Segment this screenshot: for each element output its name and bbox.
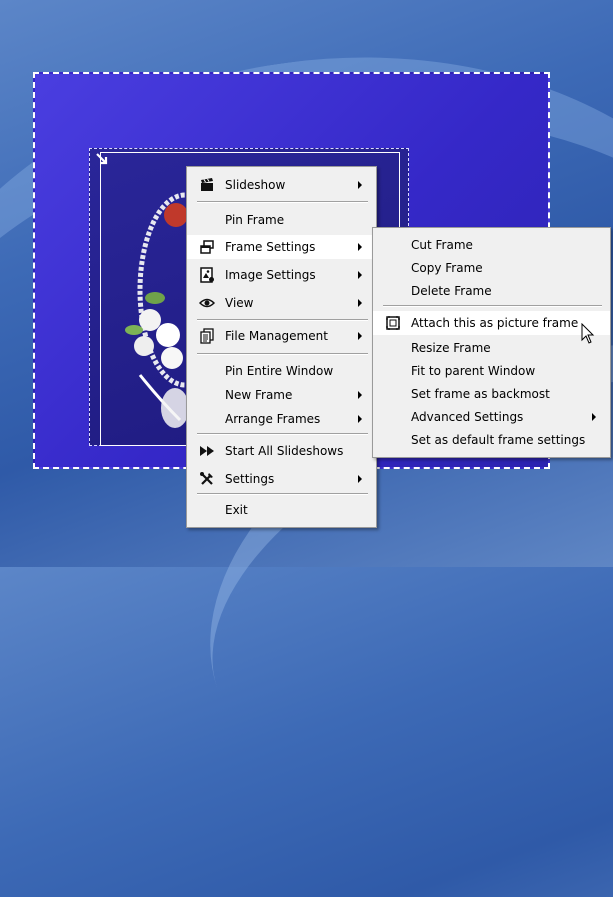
menu-item-label: Exit	[225, 503, 248, 517]
tools-icon	[200, 472, 213, 485]
submenu-arrow-icon	[358, 243, 362, 251]
submenu-arrow-icon	[358, 415, 362, 423]
menu-item-label: Fit to parent Window	[411, 364, 536, 378]
frames-icon	[200, 240, 214, 254]
menu-item-label: Delete Frame	[411, 284, 492, 298]
menu-item-label: New Frame	[225, 388, 293, 402]
menu-item-settings[interactable]: Settings	[187, 467, 376, 491]
submenu-arrow-icon	[358, 299, 362, 307]
submenu-arrow-icon	[358, 271, 362, 279]
submenu-item-fit-to-parent-window[interactable]: Fit to parent Window	[373, 359, 610, 383]
menu-item-label: Attach this as picture frame	[411, 316, 579, 330]
menu-separator	[197, 353, 368, 355]
frame-settings-submenu: Cut Frame Copy Frame Delete Frame Attach…	[372, 227, 611, 458]
resize-arrow-icon[interactable]	[95, 152, 109, 166]
submenu-item-delete-frame[interactable]: Delete Frame	[373, 279, 610, 303]
menu-item-label: View	[225, 296, 254, 310]
menu-item-label: Start All Slideshows	[225, 444, 344, 458]
submenu-item-copy-frame[interactable]: Copy Frame	[373, 256, 610, 280]
menu-item-exit[interactable]: Exit	[187, 498, 376, 522]
menu-separator	[197, 201, 368, 203]
menu-separator	[197, 433, 368, 435]
mouse-pointer-icon	[581, 323, 595, 344]
menu-item-pin-frame[interactable]: Pin Frame	[187, 208, 376, 232]
menu-item-label: Settings	[225, 472, 275, 486]
menu-item-label: Pin Entire Window	[225, 364, 334, 378]
menu-item-new-frame[interactable]: New Frame	[187, 383, 376, 407]
eye-icon	[199, 298, 215, 308]
menu-item-label: Image Settings	[225, 268, 316, 282]
documents-icon	[200, 328, 214, 344]
menu-item-file-management[interactable]: File Management	[187, 324, 376, 348]
submenu-arrow-icon	[358, 181, 362, 189]
menu-item-label: Set as default frame settings	[411, 433, 586, 447]
submenu-arrow-icon	[358, 332, 362, 340]
submenu-arrow-icon	[592, 413, 596, 421]
submenu-item-advanced-settings[interactable]: Advanced Settings	[373, 405, 610, 429]
menu-item-view[interactable]: View	[187, 291, 376, 315]
menu-item-slideshow[interactable]: Slideshow	[187, 173, 376, 197]
menu-item-label: Arrange Frames	[225, 412, 321, 426]
menu-separator	[197, 493, 368, 495]
menu-item-label: Copy Frame	[411, 261, 483, 275]
clapperboard-icon	[201, 178, 213, 191]
menu-item-label: File Management	[225, 329, 328, 343]
submenu-item-resize-frame[interactable]: Resize Frame	[373, 336, 610, 360]
menu-item-pin-entire-window[interactable]: Pin Entire Window	[187, 359, 376, 383]
menu-item-arrange-frames[interactable]: Arrange Frames	[187, 407, 376, 431]
menu-item-label: Slideshow	[225, 178, 286, 192]
menu-item-image-settings[interactable]: Image Settings	[187, 263, 376, 287]
menu-separator	[383, 305, 602, 307]
context-menu: Slideshow Pin Frame Frame Settings Image…	[186, 166, 377, 528]
menu-item-frame-settings[interactable]: Frame Settings	[187, 235, 376, 259]
image-settings-icon	[200, 267, 214, 283]
fast-forward-icon	[200, 446, 214, 456]
submenu-arrow-icon	[358, 475, 362, 483]
menu-item-label: Pin Frame	[225, 213, 285, 227]
menu-item-label: Set frame as backmost	[411, 387, 550, 401]
menu-item-label: Cut Frame	[411, 238, 473, 252]
menu-item-start-all-slideshows[interactable]: Start All Slideshows	[187, 439, 376, 463]
submenu-item-attach-picture-frame[interactable]: Attach this as picture frame	[373, 311, 610, 335]
menu-item-label: Resize Frame	[411, 341, 491, 355]
picture-frame-icon	[386, 316, 400, 330]
submenu-item-set-default-frame-settings[interactable]: Set as default frame settings	[373, 428, 610, 452]
submenu-item-set-frame-backmost[interactable]: Set frame as backmost	[373, 382, 610, 406]
submenu-arrow-icon	[358, 391, 362, 399]
menu-item-label: Advanced Settings	[411, 410, 524, 424]
menu-item-label: Frame Settings	[225, 240, 316, 254]
submenu-item-cut-frame[interactable]: Cut Frame	[373, 233, 610, 257]
menu-separator	[197, 319, 368, 321]
